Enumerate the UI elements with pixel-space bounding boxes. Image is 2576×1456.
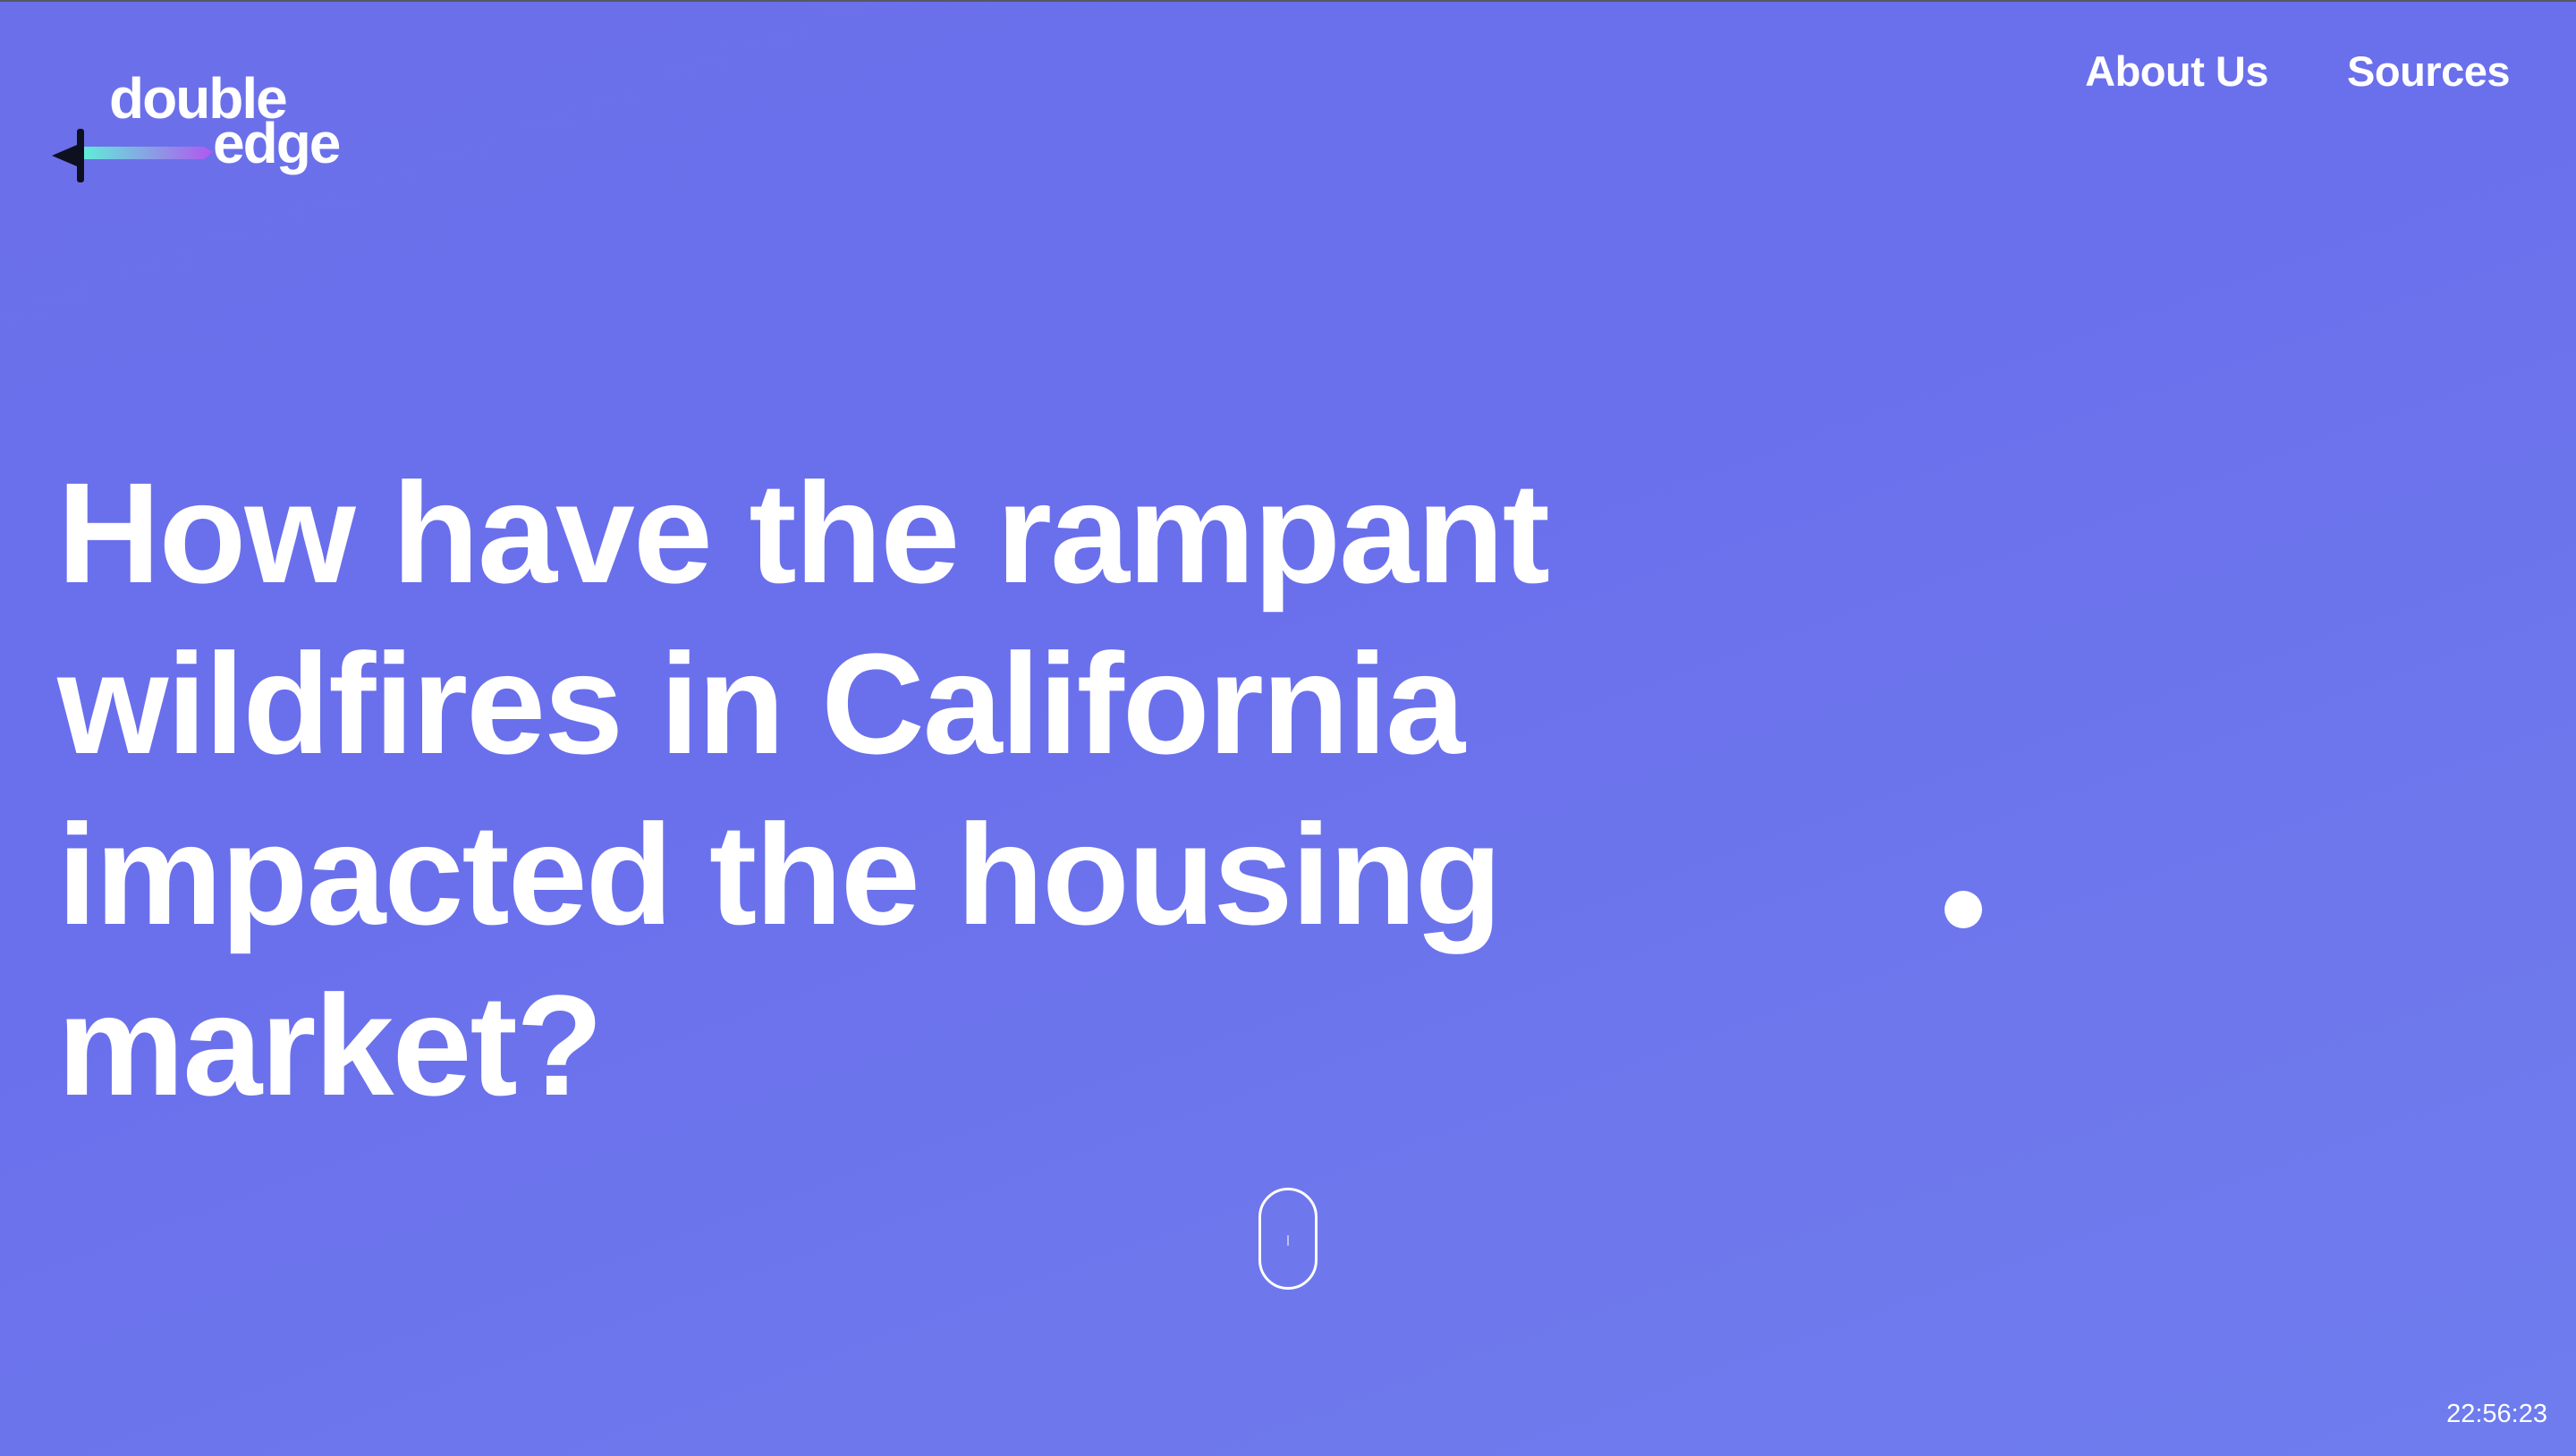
decorative-dot [1945, 891, 1982, 928]
nav-about-us-link[interactable]: About Us [2085, 47, 2268, 96]
sword-icon [52, 129, 213, 182]
mouse-scroll-icon[interactable] [1258, 1188, 1318, 1290]
clock-readout: 22:56:23 [2446, 1400, 2547, 1428]
top-nav: About Us Sources [2085, 47, 2510, 96]
logo[interactable]: double edge [52, 70, 383, 186]
nav-sources-link[interactable]: Sources [2347, 47, 2510, 96]
window-top-border [0, 0, 2576, 2]
hero-title: How have the rampant wildfires in Califo… [57, 453, 1550, 1125]
logo-word-edge: edge [213, 111, 341, 175]
scroll-wheel [1287, 1235, 1289, 1246]
